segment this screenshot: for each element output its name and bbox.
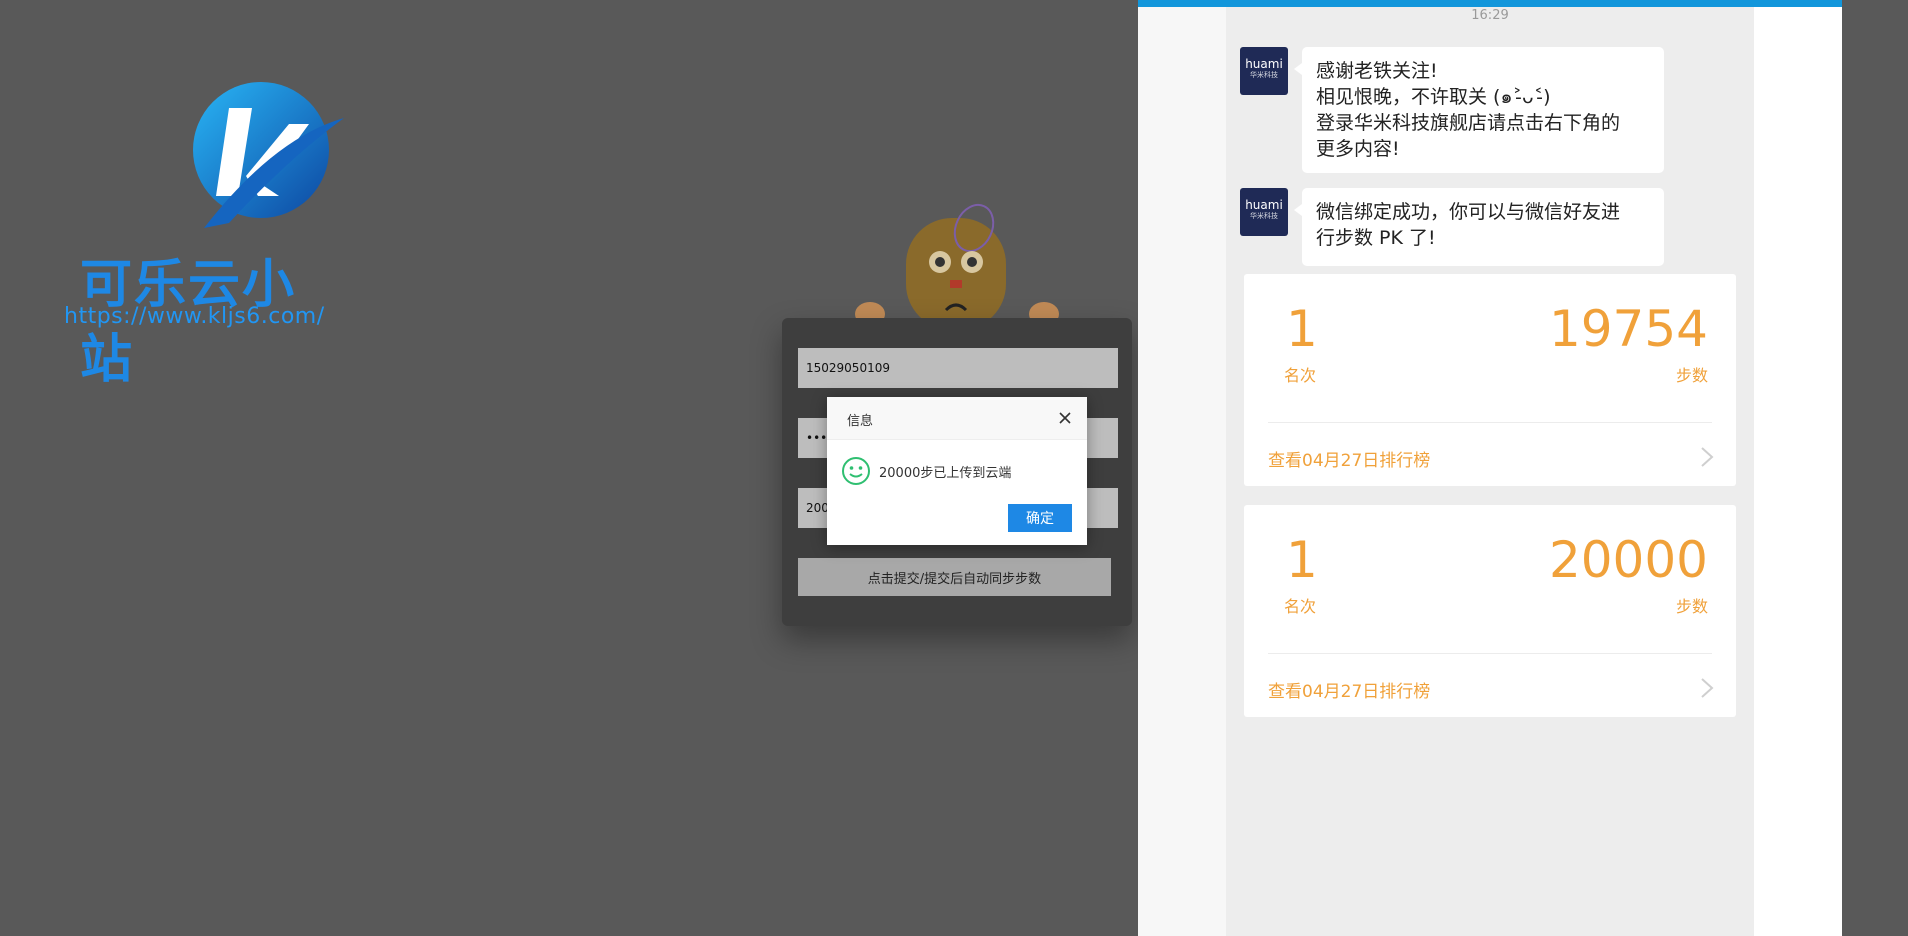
chevron-right-icon xyxy=(1701,447,1714,467)
submit-button[interactable]: 点击提交/提交后自动同步步数 xyxy=(798,558,1111,596)
phone-screenshot: 16:29 huami 华米科技 感谢老铁关注! 相见恨晚，不许取关 (๑˃̵ᴗ… xyxy=(1138,0,1842,936)
rank-number: 1 xyxy=(1286,531,1318,589)
rank-number: 1 xyxy=(1286,300,1318,358)
phone-top-bar xyxy=(1138,0,1842,7)
step-rank-card[interactable]: 1 名次 20000 步数 查看04月27日排行榜 xyxy=(1244,505,1736,717)
huami-avatar: huami 华米科技 xyxy=(1240,47,1288,95)
card-divider xyxy=(1268,653,1712,654)
logo-k-circle-icon xyxy=(193,82,344,228)
step-label: 步数 xyxy=(1675,597,1708,616)
phone-right-margin xyxy=(1754,7,1842,936)
confirm-button[interactable]: 确定 xyxy=(1008,504,1072,532)
message-line: 登录华米科技旗舰店请点击右下角的 xyxy=(1316,112,1621,134)
rank-label: 名次 xyxy=(1284,597,1317,616)
card-divider xyxy=(1268,422,1712,423)
step-count: 20000 xyxy=(1548,531,1708,589)
phone-left-margin xyxy=(1138,7,1226,936)
mascot-character-icon xyxy=(855,203,1059,330)
close-icon[interactable] xyxy=(1057,410,1073,426)
logo-url: https://www.kljs6.com/ xyxy=(64,304,325,329)
avatar-subtext: 华米科技 xyxy=(1250,71,1278,79)
chevron-right-icon xyxy=(1701,678,1714,698)
message-bubble: 感谢老铁关注! 相见恨晚，不许取关 (๑˃̵ᴗ˂̵) 登录华米科技旗舰店请点击右… xyxy=(1294,47,1664,173)
leaderboard-link[interactable]: 查看04月27日排行榜 xyxy=(1268,677,1430,702)
message-line: 感谢老铁关注! xyxy=(1316,60,1438,82)
step-rank-card[interactable]: 1 名次 19754 步数 查看04月27日排行榜 xyxy=(1244,274,1736,486)
message-time: 16:29 xyxy=(1471,8,1509,23)
message-line: 更多内容! xyxy=(1316,138,1400,160)
avatar-text: huami xyxy=(1245,57,1283,71)
dialog-header: 信息 xyxy=(827,397,1087,440)
smile-icon xyxy=(842,457,870,485)
step-count: 19754 xyxy=(1548,300,1708,358)
site-logo: 可乐云小站 https://www.kljs6.com/ xyxy=(60,78,360,390)
message-line: 微信绑定成功，你可以与微信好友进 xyxy=(1316,201,1621,223)
dialog-message: 20000步已上传到云端 xyxy=(879,465,1012,481)
dialog-title: 信息 xyxy=(847,414,874,429)
phone-input[interactable] xyxy=(798,348,1118,388)
message-line: 行步数 PK 了! xyxy=(1316,227,1436,249)
huami-avatar: huami 华米科技 xyxy=(1240,188,1288,236)
rank-label: 名次 xyxy=(1284,366,1317,385)
dialog-body: 20000步已上传到云端 xyxy=(841,455,1011,487)
message-bubble: 微信绑定成功，你可以与微信好友进 行步数 PK 了! xyxy=(1294,188,1664,266)
info-dialog: 信息 20000步已上传到云端 确定 xyxy=(827,397,1087,545)
step-label: 步数 xyxy=(1675,366,1708,385)
leaderboard-link[interactable]: 查看04月27日排行榜 xyxy=(1268,446,1430,471)
avatar-text: huami xyxy=(1245,198,1283,212)
message-line: 相见恨晚，不许取关 (๑˃̵ᴗ˂̵) xyxy=(1316,86,1551,108)
avatar-subtext: 华米科技 xyxy=(1250,212,1278,220)
